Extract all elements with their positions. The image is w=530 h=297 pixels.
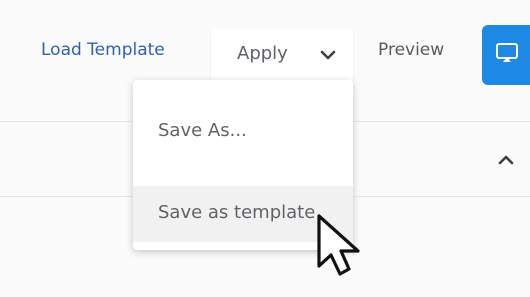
mouse-pointer-icon (317, 214, 360, 276)
present-button[interactable] (482, 25, 530, 85)
apply-split-button[interactable]: Apply (211, 29, 353, 83)
apply-button-label[interactable]: Apply (237, 43, 288, 64)
chevron-up-icon[interactable] (496, 150, 516, 170)
menu-item-label: Save As... (158, 120, 247, 141)
menu-item-label: Save as template (158, 202, 316, 223)
present-screen-icon (496, 43, 518, 62)
menu-item-save-as[interactable]: Save As... (133, 104, 353, 160)
preview-link[interactable]: Preview (378, 40, 444, 60)
page-canvas: Load Template Apply Preview Save As... S… (0, 0, 530, 297)
chevron-down-icon[interactable] (318, 45, 338, 65)
load-template-link[interactable]: Load Template (41, 40, 165, 60)
